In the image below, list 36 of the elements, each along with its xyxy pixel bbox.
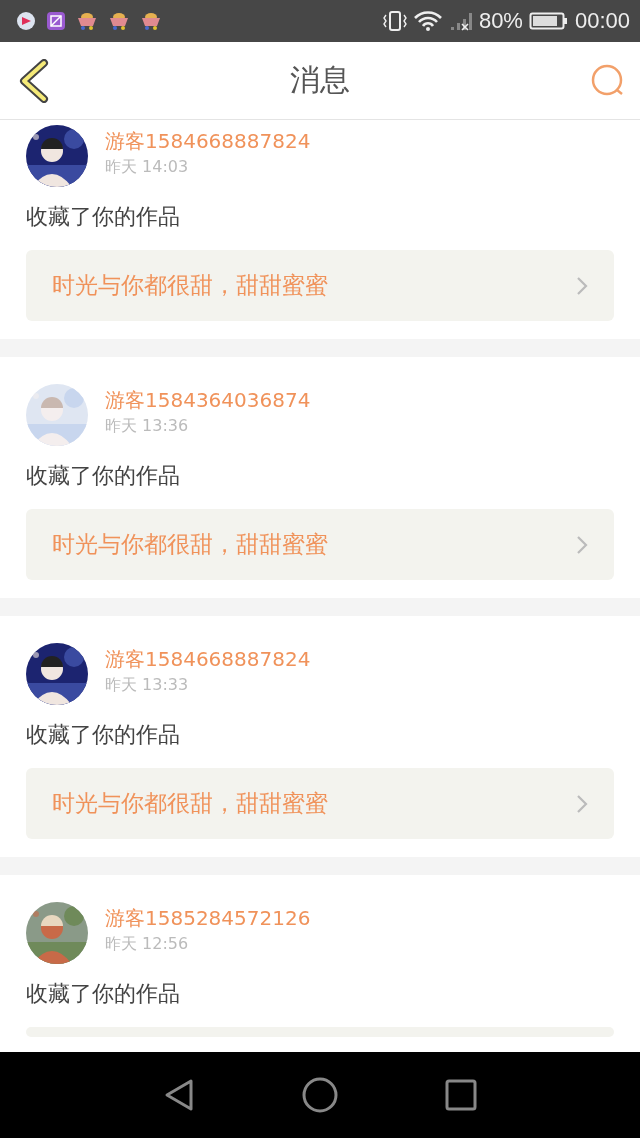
work-link[interactable]: 时光与你都很甜，甜甜蜜蜜	[26, 509, 614, 580]
message-time: 昨天 12:56	[105, 933, 190, 955]
message-text: 收藏了你的作品	[26, 462, 181, 490]
image-icon	[46, 11, 66, 31]
battery-icon	[528, 11, 569, 31]
app-icon	[16, 11, 36, 31]
cart-icon	[108, 11, 130, 31]
user-name[interactable]: 游客1584668887824	[105, 128, 311, 154]
message-text: 收藏了你的作品	[26, 203, 181, 231]
cart-icon	[76, 11, 98, 31]
recents-button[interactable]	[444, 1079, 477, 1111]
work-link[interactable]: 时光与你都很甜，甜甜蜜蜜	[26, 250, 614, 321]
recents-icon	[444, 1079, 477, 1111]
message-time: 昨天 14:03	[105, 156, 190, 178]
wifi-icon	[412, 10, 443, 32]
message-time: 昨天 13:36	[105, 415, 190, 437]
message-text: 收藏了你的作品	[26, 980, 181, 1008]
user-name[interactable]: 游客1585284572126	[105, 905, 311, 931]
message-text: 收藏了你的作品	[26, 721, 181, 749]
chevron-right-icon	[576, 534, 588, 555]
chevron-right-icon	[576, 275, 588, 296]
clock-time: 00:00	[574, 8, 630, 34]
chevron-right-icon	[576, 793, 588, 814]
home-button[interactable]	[302, 1077, 338, 1113]
work-link[interactable]: 时光与你都很甜，甜甜蜜蜜	[26, 768, 614, 839]
back-icon	[163, 1078, 196, 1112]
signal-icon	[448, 10, 473, 32]
vibrate-icon	[382, 10, 407, 32]
cart-icon	[140, 11, 162, 31]
user-name[interactable]: 游客1584364036874	[105, 387, 311, 413]
message-time: 昨天 13:33	[105, 674, 190, 696]
page-title: 消息	[290, 61, 350, 99]
battery-percentage: 80%	[478, 8, 523, 34]
back-nav-button[interactable]	[163, 1078, 196, 1112]
home-icon	[302, 1077, 338, 1113]
user-name[interactable]: 游客1584668887824	[105, 646, 311, 672]
